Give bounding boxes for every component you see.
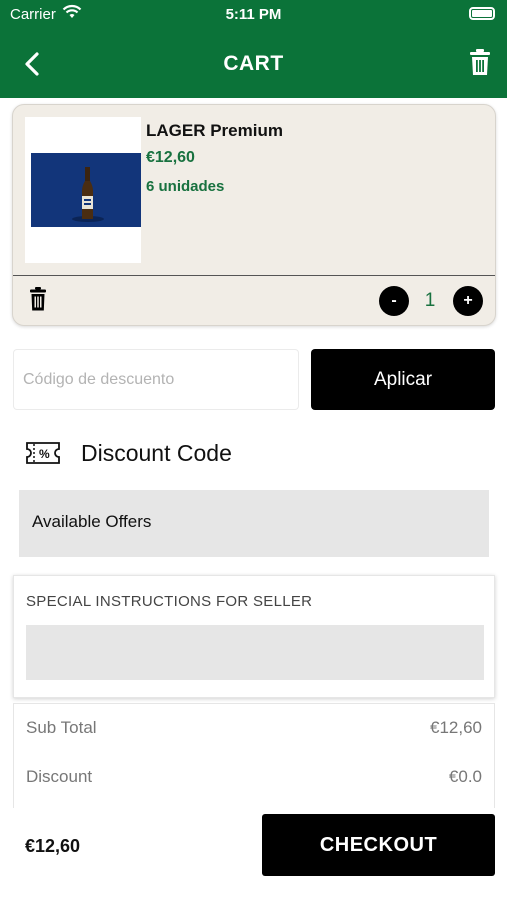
checkout-button[interactable]: CHECKOUT — [262, 814, 495, 876]
card-divider — [13, 275, 495, 276]
special-instructions-label: SPECIAL INSTRUCTIONS FOR SELLER — [26, 593, 313, 610]
product-units: 6 unidades — [146, 178, 225, 195]
app-header: CART — [0, 30, 507, 98]
clear-cart-trash-icon[interactable] — [468, 48, 492, 76]
beer-bottle-image — [31, 153, 141, 227]
product-name: LAGER Premium — [146, 121, 283, 140]
discount-code-input[interactable] — [13, 349, 299, 410]
discount-label: Discount — [26, 767, 93, 786]
quantity-value: 1 — [424, 290, 436, 311]
footer-total: €12,60 — [25, 836, 81, 856]
apply-discount-button[interactable]: Aplicar — [311, 349, 495, 410]
available-offers-label: Available Offers — [32, 512, 152, 531]
decrease-quantity-button[interactable]: - — [379, 286, 409, 316]
coupon-percent-glyph: % — [39, 447, 50, 461]
discount-value: €0.0 — [448, 767, 482, 786]
special-instructions-card: SPECIAL INSTRUCTIONS FOR SELLER — [13, 575, 495, 698]
cart-screen: Carrier 5:11 PM CART LAGER Premium €12,6… — [0, 0, 507, 900]
clock: 5:11 PM — [225, 6, 282, 23]
subtotal-value: €12,60 — [430, 718, 482, 737]
product-price: €12,60 — [146, 149, 195, 166]
checkout-footer: €12,60 CHECKOUT — [0, 808, 507, 900]
status-bar: Carrier 5:11 PM — [0, 0, 507, 30]
remove-item-trash-icon[interactable] — [29, 287, 47, 311]
available-offers-button[interactable]: Available Offers — [19, 490, 489, 557]
battery-icon — [469, 7, 495, 20]
coupon-icon: % — [26, 442, 60, 464]
special-instructions-field[interactable] — [26, 625, 484, 680]
subtotal-label: Sub Total — [26, 718, 97, 737]
cart-item-card: LAGER Premium €12,60 6 unidades - 1 + — [12, 104, 496, 326]
product-thumbnail — [25, 117, 141, 263]
order-totals: Sub Total €12,60 Discount €0.0 — [13, 703, 495, 813]
page-title: CART — [223, 52, 284, 75]
discount-section-heading: Discount Code — [81, 440, 232, 466]
increase-quantity-button[interactable]: + — [453, 286, 483, 316]
